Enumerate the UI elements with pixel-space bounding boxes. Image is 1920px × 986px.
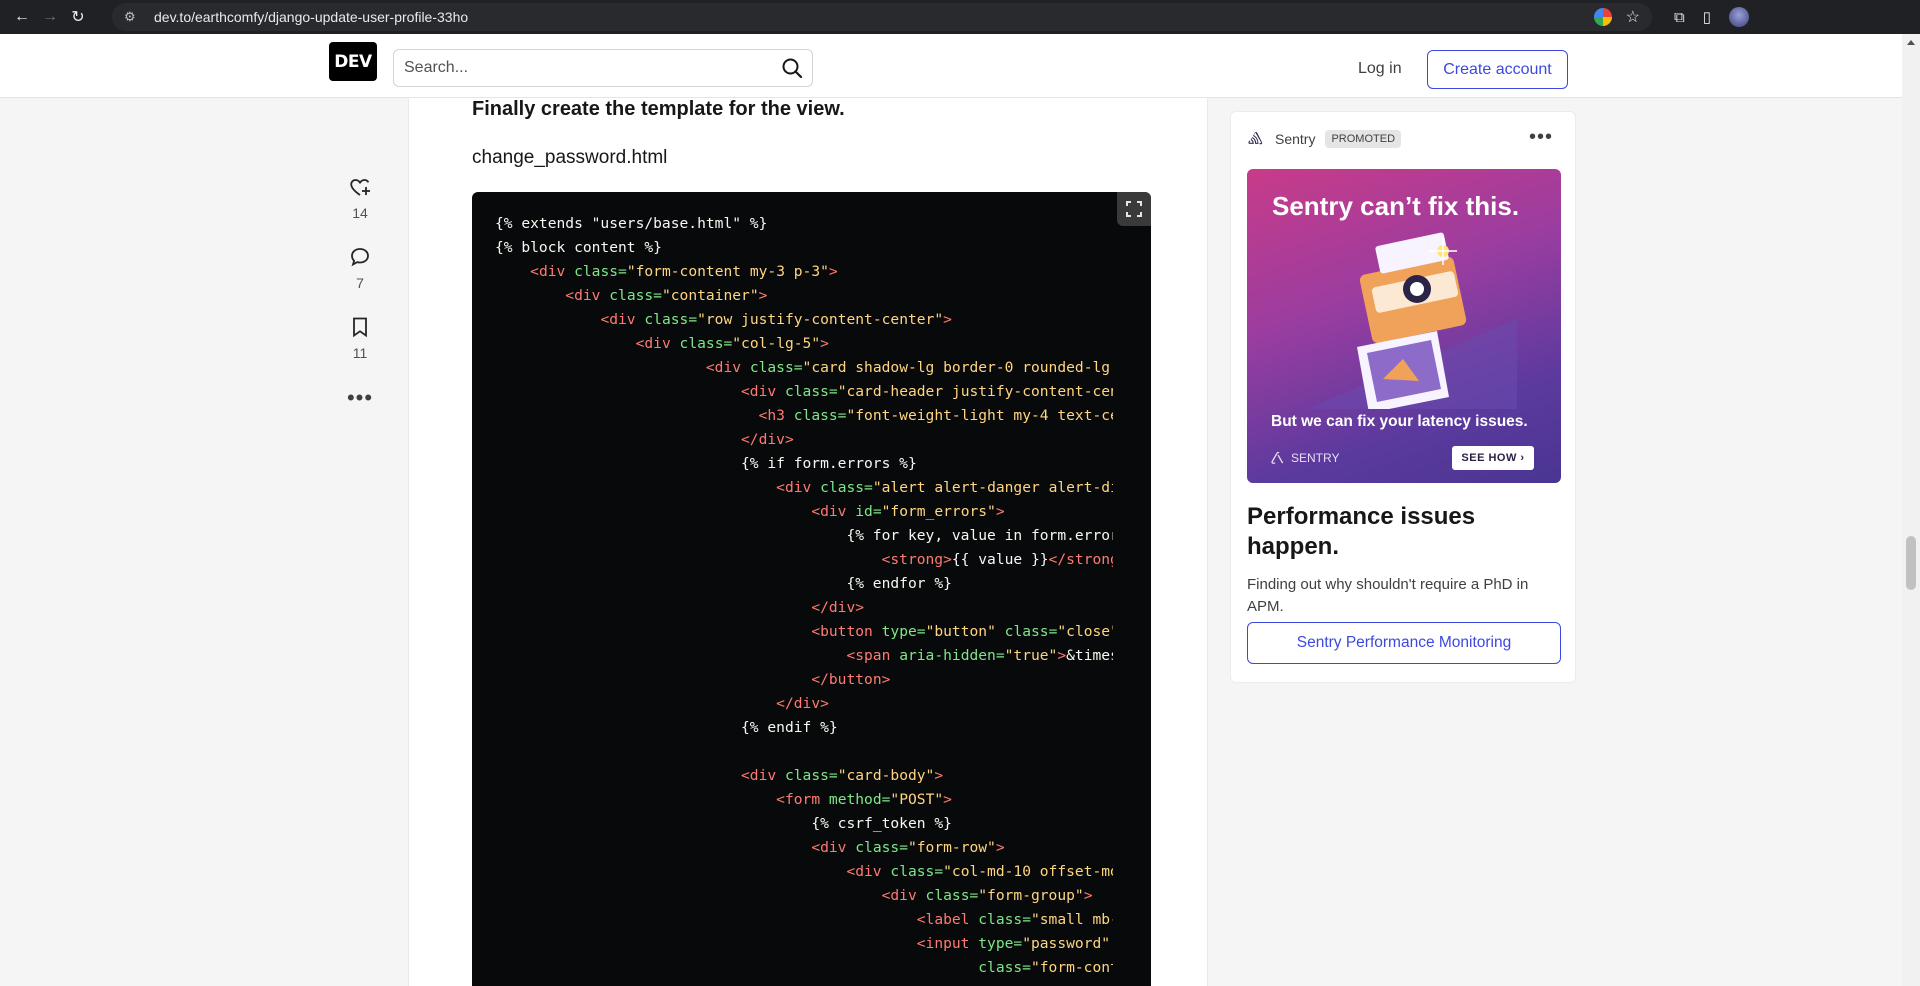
article-body: Finally create the template for the view…: [408, 98, 1208, 986]
banner-headline: Sentry can’t fix this.: [1272, 191, 1520, 221]
banner-brand-text: SENTRY: [1291, 451, 1340, 465]
like-count: 14: [352, 205, 368, 221]
ad-banner[interactable]: Sentry can’t fix this. But we can fix yo…: [1247, 169, 1561, 483]
bookmark-count: 11: [352, 345, 368, 361]
see-how-label: SEE HOW: [1461, 452, 1517, 464]
sentry-mini-logo-icon: [1271, 451, 1284, 464]
code-block: {% extends "users/base.html" %} {% block…: [472, 192, 1151, 986]
site-header: DEV Search... Log in Create account: [0, 34, 1902, 98]
forward-icon[interactable]: →: [36, 3, 64, 31]
search-icon[interactable]: [780, 56, 804, 80]
fullscreen-button[interactable]: [1117, 192, 1151, 226]
comment-reaction[interactable]: 7: [340, 245, 380, 291]
page-scrollbar[interactable]: [1902, 34, 1920, 986]
dev-logo[interactable]: DEV: [329, 42, 377, 81]
nav-buttons: ← → ↻: [8, 3, 92, 31]
scroll-up-arrow-icon[interactable]: [1907, 40, 1915, 45]
browser-toolbar: ← → ↻ ⚙ dev.to/earthcomfy/django-update-…: [0, 0, 1920, 34]
reactions-sidebar: 14 7 11 •••: [340, 175, 380, 411]
sentry-logo-icon: [1248, 131, 1263, 145]
ad-more-options-icon[interactable]: •••: [1529, 126, 1553, 149]
more-options-icon[interactable]: •••: [340, 385, 380, 411]
sponsor-name[interactable]: Sentry: [1275, 131, 1315, 147]
sponsor-card: Sentry PROMOTED ••• Sentry can’t fix thi…: [1230, 111, 1576, 683]
heart-plus-icon: [350, 179, 370, 196]
banner-brand: SENTRY: [1271, 451, 1339, 465]
camera-illustration: [1307, 232, 1517, 409]
side-panel-icon[interactable]: ▯: [1703, 8, 1711, 26]
search-input[interactable]: Search...: [393, 49, 813, 87]
banner-subline: But we can fix your latency issues.: [1271, 413, 1528, 430]
back-icon[interactable]: ←: [8, 3, 36, 31]
code-filename: change_password.html: [472, 147, 668, 168]
see-how-button[interactable]: SEE HOW ›: [1452, 446, 1534, 470]
bookmark-reaction[interactable]: 11: [340, 315, 380, 361]
google-icon[interactable]: [1593, 8, 1612, 26]
profile-avatar[interactable]: [1728, 7, 1749, 27]
sentry-performance-monitoring-button[interactable]: Sentry Performance Monitoring: [1247, 622, 1561, 664]
code-content: {% extends "users/base.html" %} {% block…: [495, 215, 1113, 976]
login-link[interactable]: Log in: [1344, 51, 1416, 87]
promoted-badge: PROMOTED: [1325, 130, 1402, 148]
section-heading: Finally create the template for the view…: [472, 98, 845, 120]
scrollbar-thumb[interactable]: [1906, 536, 1916, 590]
sponsor-header: Sentry PROMOTED: [1247, 130, 1402, 148]
ad-description: Finding out why shouldn't require a PhD …: [1247, 576, 1529, 615]
fullscreen-icon: [1126, 201, 1142, 217]
comment-count: 7: [356, 275, 364, 291]
bookmark-star-icon[interactable]: ☆: [1626, 7, 1640, 27]
bookmark-icon: [353, 317, 367, 338]
like-reaction[interactable]: 14: [340, 175, 380, 221]
ad-title[interactable]: Performance issues happen.: [1247, 502, 1547, 562]
url-text: dev.to/earthcomfy/django-update-user-pro…: [154, 9, 469, 25]
comment-icon: [351, 248, 369, 267]
extension-puzzle-icon[interactable]: ⧉: [1674, 9, 1685, 26]
address-bar[interactable]: ⚙ dev.to/earthcomfy/django-update-user-p…: [112, 3, 1652, 31]
create-account-button[interactable]: Create account: [1427, 50, 1568, 89]
site-info-icon[interactable]: ⚙: [124, 9, 144, 25]
search-placeholder: Search...: [404, 59, 469, 76]
reload-icon[interactable]: ↻: [64, 3, 92, 31]
